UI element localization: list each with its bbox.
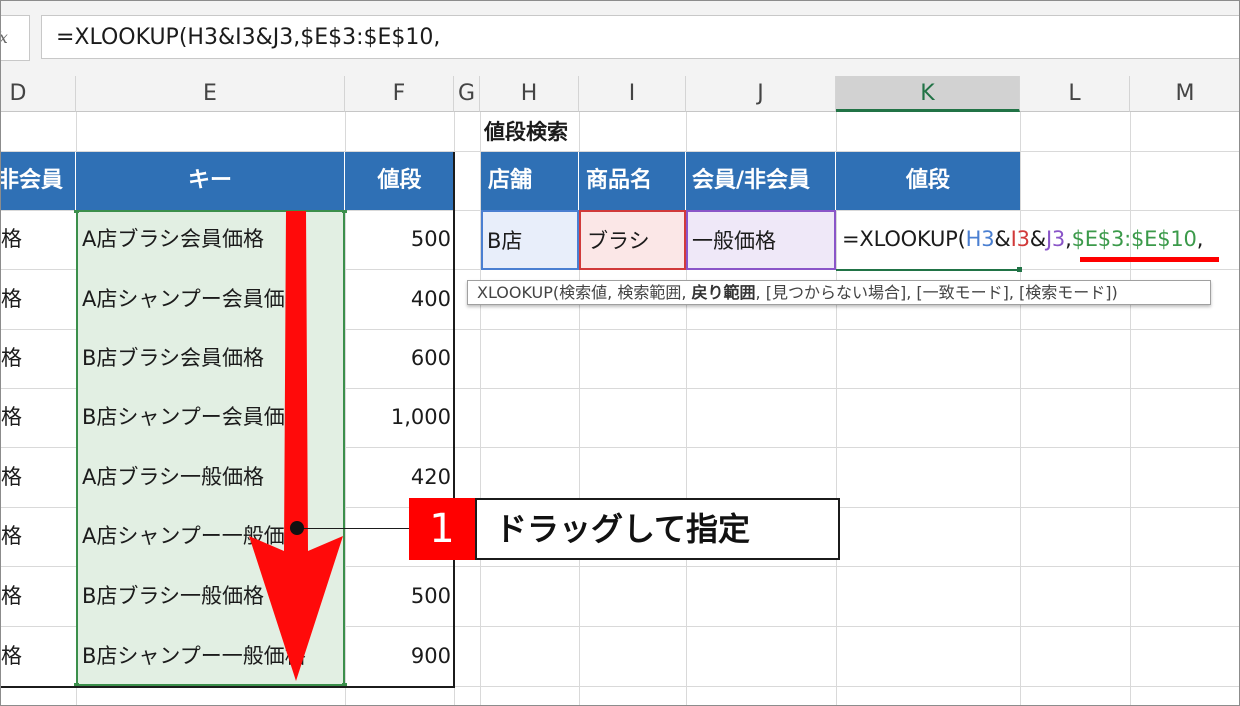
table-border xyxy=(1,686,455,688)
cell-d-row[interactable]: 格 xyxy=(1,626,76,686)
formula-ref-j3: J3 xyxy=(1045,227,1066,251)
excel-window: fx =XLOOKUP(H3&I3&J3,$E$3:$E$10, D E F G… xyxy=(0,0,1240,706)
formula-ref-i3: I3 xyxy=(1010,227,1030,251)
cell-d-row[interactable]: 格 xyxy=(1,447,76,507)
cell-d-row[interactable]: 格 xyxy=(1,566,76,626)
column-header-j[interactable]: J xyxy=(686,76,836,112)
function-tooltip: XLOOKUP(検索値, 検索範囲, 戻り範囲, [見つからない場合], [一致… xyxy=(467,280,1211,305)
column-header-e[interactable]: E xyxy=(76,76,345,112)
search-header-product[interactable]: 商品名 xyxy=(579,152,686,210)
callout-leader-line xyxy=(297,528,409,529)
formula-prefix: =XLOOKUP( xyxy=(842,227,966,251)
table-border xyxy=(453,152,455,687)
column-header-m[interactable]: M xyxy=(1130,76,1239,112)
cell-f-row[interactable]: 1,000 xyxy=(345,388,451,447)
cell-d-row[interactable]: 格 xyxy=(1,388,76,447)
callout-leader-dot xyxy=(290,521,304,535)
formula-input[interactable]: =XLOOKUP(H3&I3&J3,$E$3:$E$10, xyxy=(41,15,1239,59)
formula-comma: , xyxy=(1196,227,1204,251)
cell-f-row[interactable]: 900 xyxy=(345,626,451,686)
range-underline xyxy=(1080,257,1219,262)
fill-handle[interactable] xyxy=(1017,267,1022,272)
formula-ref-h3: H3 xyxy=(965,227,995,251)
header-cell-d[interactable]: 非会員 xyxy=(1,152,76,210)
formula-amp: & xyxy=(1029,227,1046,251)
gridline xyxy=(1130,112,1131,705)
formula-amp: & xyxy=(994,227,1011,251)
cell-d-row[interactable]: 格 xyxy=(1,507,76,566)
cell-i3[interactable]: ブラシ xyxy=(579,210,686,270)
search-header-shop[interactable]: 店舗 xyxy=(481,152,579,210)
search-header-price[interactable]: 値段 xyxy=(836,152,1020,210)
formula-ref-range: $E$3:$E$10 xyxy=(1071,227,1197,251)
header-cell-f[interactable]: 値段 xyxy=(345,152,454,210)
column-header-l[interactable]: L xyxy=(1020,76,1130,112)
cell-f-row[interactable]: 500 xyxy=(345,210,451,269)
cell-j3[interactable]: 一般価格 xyxy=(686,210,836,270)
fx-icon[interactable]: fx xyxy=(1,15,30,61)
cell-d-row[interactable]: 格 xyxy=(1,329,76,388)
column-header-i[interactable]: I xyxy=(579,76,686,112)
cell-d-row[interactable]: 格 xyxy=(1,269,76,329)
formula-bar: fx =XLOOKUP(H3&I3&J3,$E$3:$E$10, xyxy=(1,1,1239,77)
header-cell-e[interactable]: キー xyxy=(76,152,345,210)
gridline xyxy=(1020,112,1021,705)
column-header-f[interactable]: F xyxy=(345,76,454,112)
search-header-member[interactable]: 会員/非会員 xyxy=(686,152,836,210)
column-header-k[interactable]: K xyxy=(836,76,1020,112)
callout-label: ドラッグして指定 xyxy=(475,498,840,560)
column-header-g[interactable]: G xyxy=(454,76,480,112)
cell-h3[interactable]: B店 xyxy=(481,210,579,270)
cell-d-row[interactable]: 格 xyxy=(1,210,76,269)
cell-f-row[interactable]: 400 xyxy=(345,269,451,329)
callout-number-badge: 1 xyxy=(409,498,475,560)
down-arrow-icon xyxy=(249,211,343,681)
column-header-d[interactable]: D xyxy=(1,76,76,112)
active-cell-border xyxy=(836,269,1020,271)
cell-f-row[interactable]: 600 xyxy=(345,329,451,388)
cell-f-row[interactable]: 500 xyxy=(345,566,451,626)
